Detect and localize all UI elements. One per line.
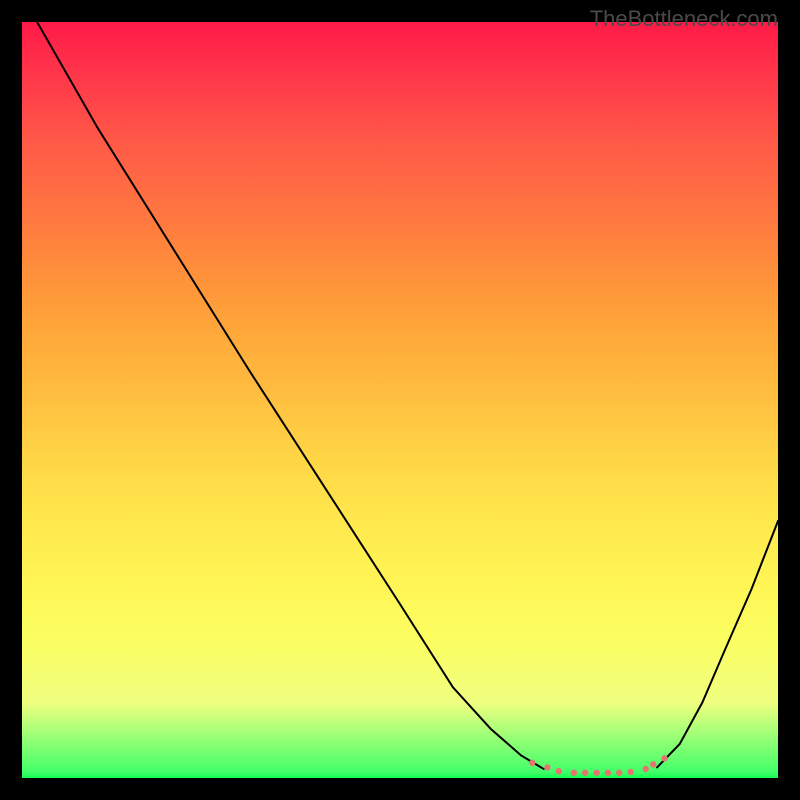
- minimum-marker: [544, 764, 550, 770]
- curve-group: [37, 22, 778, 769]
- minimum-marker: [582, 770, 588, 776]
- minimum-marker: [650, 761, 656, 767]
- minimum-marker: [661, 755, 667, 761]
- minimum-marker: [571, 770, 577, 776]
- minimum-marker: [529, 760, 535, 766]
- curve-segment: [37, 22, 544, 769]
- watermark-text: TheBottleneck.com: [590, 6, 778, 32]
- dots-group: [529, 755, 668, 776]
- curve-segment: [657, 521, 778, 767]
- minimum-marker: [643, 766, 649, 772]
- minimum-marker: [605, 770, 611, 776]
- chart-svg: [22, 22, 778, 778]
- minimum-marker: [616, 770, 622, 776]
- minimum-marker: [556, 768, 562, 774]
- minimum-marker: [593, 770, 599, 776]
- minimum-marker: [627, 769, 633, 775]
